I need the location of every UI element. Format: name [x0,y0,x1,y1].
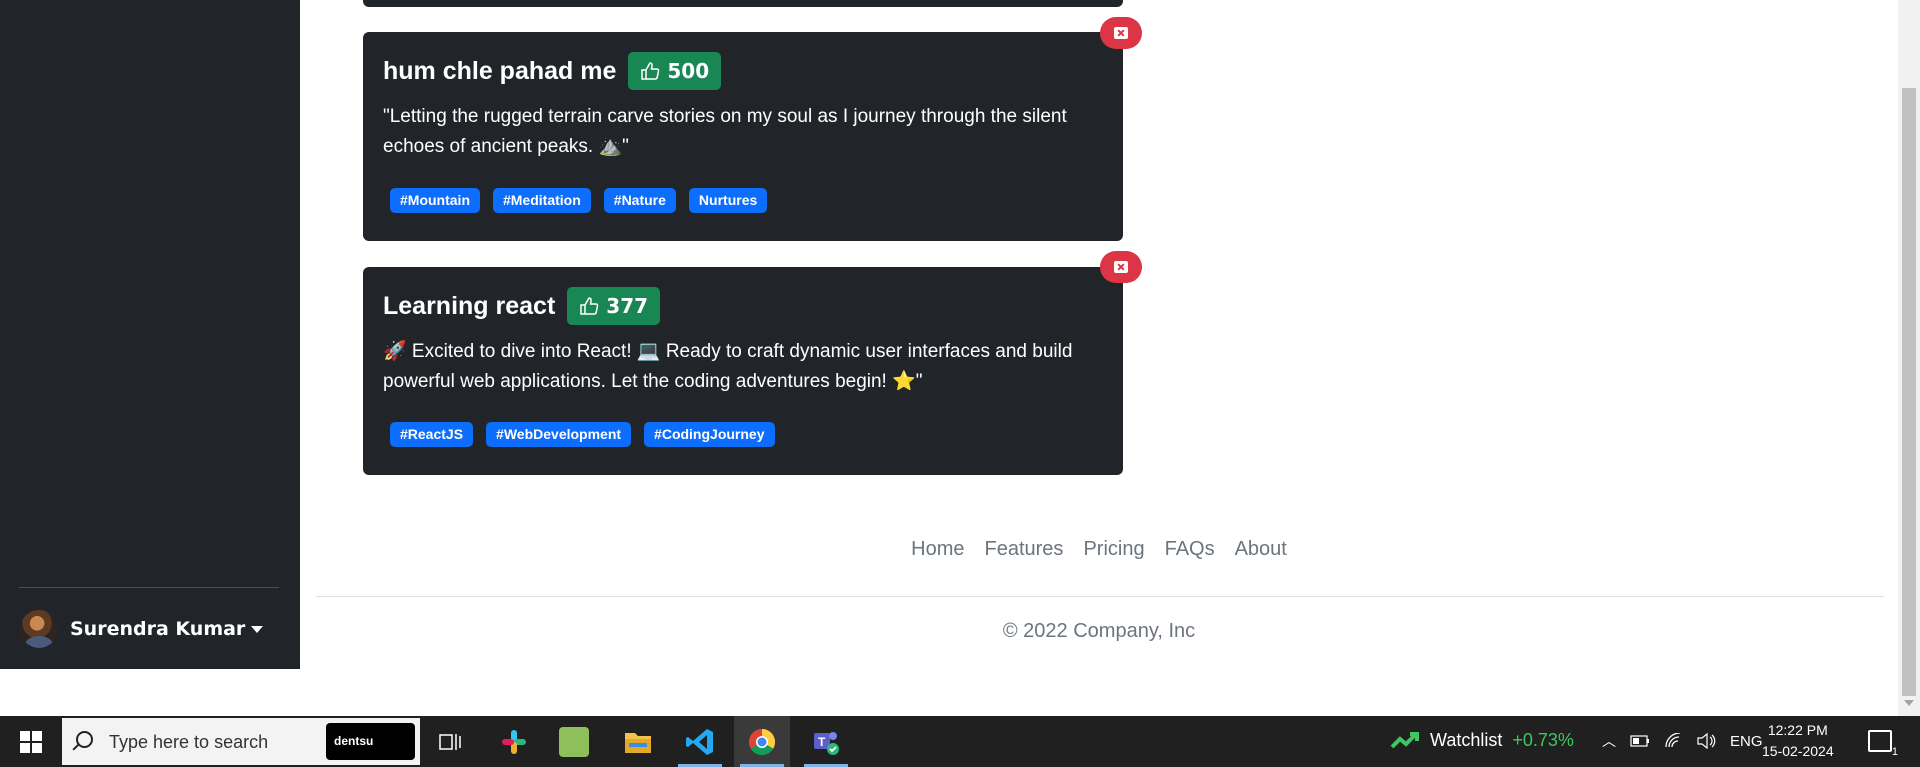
task-view-icon[interactable] [422,716,478,767]
copyright: © 2022 Company, Inc [1002,620,1196,642]
footer-nav: Home Features Pricing FAQs About [0,538,1898,561]
delete-post-button[interactable] [1100,251,1142,283]
search-brand-logo: dentsu [326,723,415,760]
scrollbar-thumb[interactable] [1902,88,1916,696]
tag[interactable]: #Nature [603,188,676,213]
delete-icon [1114,27,1128,39]
notepad-plus-icon[interactable] [546,716,602,767]
chrome-icon[interactable] [734,716,790,767]
footer-link-home[interactable]: Home [911,538,964,561]
teams-icon[interactable]: T [798,716,854,767]
caret-down-icon [251,625,264,633]
post-body: "Letting the rugged terrain carve storie… [383,106,1067,157]
post-body: 🚀 Excited to dive into React! 💻 Ready to… [383,341,1073,392]
likes-count: 377 [606,294,649,318]
tag[interactable]: #Meditation [493,188,591,213]
likes-button[interactable]: 500 [628,52,722,90]
system-tray: ︿ ENG [1602,731,1763,751]
watchlist-widget[interactable]: Watchlist +0.73% [1390,730,1574,751]
post-title: hum chle pahad me [383,56,617,85]
footer-link-features[interactable]: Features [985,538,1064,561]
slack-icon[interactable] [486,716,542,767]
footer-divider [316,596,1884,597]
tag[interactable]: #Mountain [390,188,480,213]
likes-button[interactable]: 377 [567,287,661,325]
notification-count: 1 [1891,746,1898,758]
tag[interactable]: #ReactJS [390,422,474,447]
taskbar-search[interactable]: Type here to search dentsu [62,718,420,765]
tag-list: #Mountain #Meditation #Nature Nurtures [390,188,768,213]
wifi-icon[interactable] [1664,733,1682,749]
scroll-down-arrow-icon[interactable] [1904,700,1914,706]
volume-icon[interactable] [1696,733,1716,749]
user-name: Surendra Kumar [70,618,246,640]
post-title: Learning react [383,291,556,320]
post-card-previous [363,0,1123,7]
chevron-up-icon[interactable]: ︿ [1602,731,1616,751]
stock-trend-icon [1390,731,1419,748]
sidebar: Surendra Kumar [0,0,300,669]
sidebar-divider [19,587,279,588]
thumbs-up-icon [641,62,660,80]
post-card: Learning react 377 🚀 Excited to dive int… [363,267,1123,475]
clock[interactable]: 12:22 PM 15-02-2024 [1762,720,1834,762]
clock-time: 12:22 PM [1767,722,1828,738]
battery-icon[interactable] [1630,735,1650,747]
tag-list: #ReactJS #WebDevelopment #CodingJourney [390,422,775,447]
search-placeholder: Type here to search [109,732,269,752]
vertical-scrollbar[interactable] [1898,0,1920,716]
watchlist-label: Watchlist [1430,730,1503,750]
footer-link-pricing[interactable]: Pricing [1083,538,1144,561]
search-icon [76,731,93,748]
post-card: hum chle pahad me 500 "Letting the rugge… [363,32,1123,241]
tag[interactable]: #WebDevelopment [486,422,632,447]
avatar [20,610,58,648]
tag[interactable]: Nurtures [688,188,768,213]
watchlist-change: +0.73% [1512,730,1574,750]
thumbs-up-icon [580,297,599,315]
vscode-icon[interactable] [672,716,728,767]
windows-start-icon[interactable] [20,731,42,753]
footer-link-about[interactable]: About [1235,538,1287,561]
notification-icon[interactable]: 1 [1868,730,1898,758]
footer-link-faqs[interactable]: FAQs [1165,538,1215,561]
file-explorer-icon[interactable] [610,716,666,767]
taskbar: Type here to search dentsu T Watchlist +… [0,716,1920,767]
delete-icon [1114,261,1128,273]
svg-text:T: T [818,735,826,749]
likes-count: 500 [667,59,710,83]
clock-date: 15-02-2024 [1762,743,1834,759]
delete-post-button[interactable] [1100,17,1142,49]
user-dropdown[interactable]: Surendra Kumar [20,608,264,650]
tag[interactable]: #CodingJourney [644,422,775,447]
language-indicator[interactable]: ENG [1730,733,1763,750]
